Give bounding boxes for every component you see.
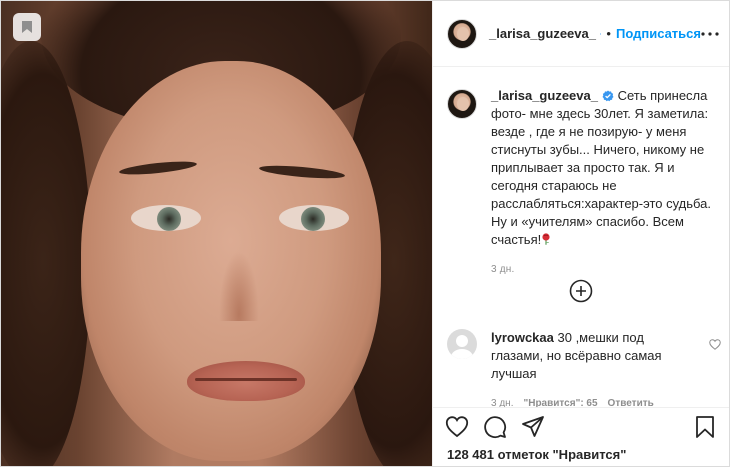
photo-left-eye <box>131 205 201 231</box>
photo-hair-left <box>1 41 91 466</box>
action-icons <box>445 415 545 439</box>
more-options-button[interactable] <box>701 31 719 36</box>
verified-badge-icon <box>602 90 614 102</box>
bookmark-button[interactable] <box>13 13 41 41</box>
caption-text: Сеть принесла фото- мне здесь 30лет. Я з… <box>491 88 712 247</box>
save-icon[interactable] <box>693 415 717 439</box>
commenter-username[interactable]: lyrowckaa <box>491 330 554 345</box>
verified-badge-icon <box>600 32 602 35</box>
author-username[interactable]: _larisa_guzeeva_ <box>489 26 596 41</box>
reply-button[interactable]: Ответить <box>608 398 654 407</box>
comment-meta: 3 дн. "Нравится": 65 Ответить <box>491 395 687 407</box>
comments-area[interactable]: _larisa_guzeeva_ Сеть принесла фото- мне… <box>433 67 729 407</box>
photo-nose <box>219 251 259 321</box>
comment-body: lyrowckaa 30 ,мешки под глазами, но всёр… <box>491 329 687 407</box>
post-modal: _larisa_guzeeva_ • Подписаться _larisa_g… <box>0 0 730 467</box>
caption-block: _larisa_guzeeva_ Сеть принесла фото- мне… <box>433 67 729 279</box>
author-avatar[interactable] <box>447 18 477 49</box>
follow-button[interactable]: Подписаться <box>616 26 701 41</box>
post-header: _larisa_guzeeva_ • Подписаться <box>433 1 729 67</box>
comment-timestamp[interactable]: 3 дн. <box>491 398 513 407</box>
caption-body: _larisa_guzeeva_ Сеть принесла фото- мне… <box>491 87 713 279</box>
rose-emoji-icon <box>542 233 550 245</box>
photo-right-eye <box>279 205 349 231</box>
bookmark-icon <box>22 21 32 33</box>
post-actions-bar: 128 481 отметок "Нравится" <box>433 407 729 466</box>
post-photo[interactable] <box>1 1 432 466</box>
add-circle-icon <box>569 279 593 303</box>
comment-like-button[interactable] <box>709 337 721 355</box>
comment-icon[interactable] <box>483 415 507 439</box>
more-options-icon <box>701 31 719 36</box>
heart-icon <box>709 339 721 350</box>
heart-icon[interactable] <box>445 415 469 439</box>
load-more-comments-button[interactable] <box>569 279 593 303</box>
caption-timestamp[interactable]: 3 дн. <box>491 261 713 279</box>
caption-username[interactable]: _larisa_guzeeva_ <box>491 88 598 103</box>
header-separator: • <box>606 26 611 41</box>
caption-author-avatar[interactable] <box>447 89 477 119</box>
comment-likes-count[interactable]: "Нравится": 65 <box>523 398 597 407</box>
commenter-avatar[interactable] <box>447 329 477 359</box>
comment-item: lyrowckaa 30 ,мешки под глазами, но всёр… <box>447 329 727 407</box>
photo-lips <box>187 361 305 401</box>
share-icon[interactable] <box>521 415 545 439</box>
likes-count[interactable]: 128 481 отметок "Нравится" <box>447 447 626 462</box>
post-side-panel: _larisa_guzeeva_ • Подписаться _larisa_g… <box>432 1 729 466</box>
